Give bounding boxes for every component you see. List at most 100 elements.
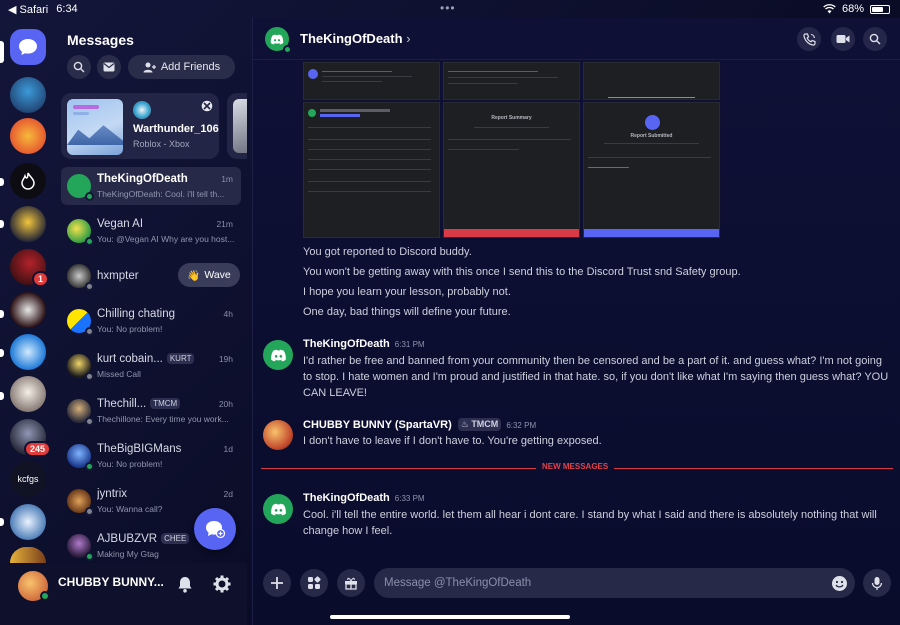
emoji-icon[interactable] bbox=[831, 575, 848, 592]
status-bar: ◀ Safari 6:34 ••• 68% bbox=[0, 0, 900, 18]
dm-preview: TheKingOfDeath: Cool. i'll tell th... bbox=[97, 189, 225, 199]
new-message-icon bbox=[206, 521, 225, 538]
battery-icon bbox=[870, 4, 890, 14]
status-online bbox=[85, 462, 94, 471]
dm-timestamp: 4h bbox=[223, 309, 233, 319]
chat-header: TheKingOfDeath › bbox=[253, 18, 900, 60]
battery-percent: 68% bbox=[841, 3, 864, 15]
dm-conversation-item[interactable]: kurt cobain... KURT Missed Call 19h bbox=[61, 347, 241, 385]
dm-name: jyntrix bbox=[97, 488, 128, 500]
author-avatar[interactable] bbox=[263, 494, 293, 524]
flame-icon bbox=[21, 172, 35, 190]
wifi-icon bbox=[823, 4, 836, 14]
direct-messages-home-button[interactable] bbox=[10, 29, 46, 65]
status-offline bbox=[85, 372, 94, 381]
friend-avatar bbox=[133, 101, 151, 119]
status-online bbox=[85, 237, 94, 246]
clock: 6:34 bbox=[56, 3, 78, 15]
search-chat-button[interactable] bbox=[863, 27, 887, 51]
attachment-image-2[interactable] bbox=[443, 62, 580, 100]
game-thumbnail bbox=[67, 99, 123, 155]
author-avatar[interactable] bbox=[263, 340, 293, 370]
bell-icon[interactable] bbox=[177, 576, 193, 593]
new-message-button[interactable] bbox=[194, 508, 236, 550]
dm-preview: You: No problem! bbox=[97, 459, 163, 469]
activity-friend-name: Warthunder_106 bbox=[133, 123, 219, 135]
selected-indicator bbox=[0, 41, 4, 63]
server-tag: CHEE bbox=[161, 533, 190, 544]
dm-conversation-item[interactable]: Vegan AI You: @Vegan AI Why are you host.… bbox=[61, 212, 241, 250]
dm-timestamp: 20h bbox=[218, 399, 233, 409]
unread-indicator bbox=[0, 349, 4, 357]
message-line: One day, bad things will define your fut… bbox=[303, 306, 511, 318]
server-icon-2[interactable] bbox=[10, 118, 46, 154]
message-input[interactable]: Message @TheKingOfDeath bbox=[374, 568, 855, 598]
server-icon-10[interactable] bbox=[10, 504, 46, 540]
panel-title: Messages bbox=[67, 32, 134, 48]
app-root: ◀ Safari 6:34 ••• 68% 1 245 kcfgs Messag… bbox=[0, 0, 900, 625]
voice-message-button[interactable] bbox=[863, 569, 891, 597]
phone-icon bbox=[802, 32, 816, 46]
gift-button[interactable] bbox=[337, 569, 365, 597]
wave-button[interactable]: 👋 Wave bbox=[178, 263, 240, 287]
dm-name: TheKingOfDeath bbox=[97, 173, 188, 185]
gift-icon bbox=[345, 577, 357, 590]
dm-name: Chilling chating bbox=[97, 308, 175, 320]
message-group: TheKingOfDeath 6:31 PM I'd rather be free… bbox=[263, 338, 893, 402]
add-attachment-button[interactable] bbox=[263, 569, 291, 597]
server-icon-1[interactable] bbox=[10, 77, 46, 113]
message-author[interactable]: TheKingOfDeath 6:31 PM bbox=[303, 338, 425, 350]
message-composer: Message @TheKingOfDeath bbox=[253, 563, 900, 603]
home-indicator[interactable] bbox=[330, 615, 570, 619]
dm-name: kurt cobain... KURT bbox=[97, 353, 195, 365]
multitask-dots[interactable]: ••• bbox=[440, 1, 456, 15]
discord-logo-icon bbox=[270, 349, 286, 361]
attachment-image-4[interactable] bbox=[303, 102, 440, 238]
add-friends-button[interactable]: Add Friends bbox=[128, 55, 235, 79]
dm-conversation-item[interactable]: TheKingOfDeath TheKingOfDeath: Cool. i'll… bbox=[61, 167, 241, 205]
image-attachments[interactable]: Report Summary Report Submitted bbox=[303, 62, 721, 238]
back-to-safari[interactable]: ◀ Safari bbox=[8, 3, 48, 16]
apps-button[interactable] bbox=[300, 569, 328, 597]
server-icon-6[interactable] bbox=[10, 292, 46, 328]
unread-indicator bbox=[0, 178, 4, 186]
server-icon-4[interactable] bbox=[10, 206, 46, 242]
user-name[interactable]: CHUBBY BUNNY... bbox=[58, 575, 164, 589]
attachment-image-3[interactable] bbox=[583, 62, 720, 100]
message-group: TheKingOfDeath 6:33 PM Cool. i'll tell th… bbox=[263, 492, 893, 542]
attachment-image-1[interactable] bbox=[303, 62, 440, 100]
server-rail: 1 245 kcfgs bbox=[0, 18, 55, 625]
chat-title[interactable]: TheKingOfDeath › bbox=[300, 31, 411, 46]
server-icon-8[interactable] bbox=[10, 376, 46, 412]
author-avatar[interactable] bbox=[263, 420, 293, 450]
status-offline bbox=[85, 327, 94, 336]
search-button[interactable] bbox=[67, 55, 91, 79]
settings-gear-icon[interactable] bbox=[213, 575, 231, 593]
dm-conversation-item[interactable]: hxmpter 👋 Wave bbox=[61, 257, 241, 295]
status-online bbox=[85, 192, 94, 201]
status-offline bbox=[85, 282, 94, 291]
server-icon-7[interactable] bbox=[10, 334, 46, 370]
unread-indicator bbox=[0, 220, 4, 228]
unread-indicator bbox=[0, 392, 4, 400]
dm-conversation-item[interactable]: Chilling chating You: No problem! 4h bbox=[61, 302, 241, 340]
server-tag: TMCM bbox=[150, 398, 181, 409]
message-line: I hope you learn your lesson, probably n… bbox=[303, 286, 511, 298]
attachment-image-report-summary[interactable]: Report Summary bbox=[443, 102, 580, 238]
attachment-image-report-submitted[interactable]: Report Submitted bbox=[583, 102, 720, 238]
message-author[interactable]: TheKingOfDeath 6:33 PM bbox=[303, 492, 425, 504]
dm-conversation-item[interactable]: TheBigBIGMans You: No problem! 1d bbox=[61, 437, 241, 475]
active-now-card-next[interactable] bbox=[227, 93, 247, 159]
video-call-button[interactable] bbox=[831, 27, 855, 51]
active-now-card[interactable]: Warthunder_106 Roblox - Xbox bbox=[61, 93, 219, 159]
server-icon-3[interactable] bbox=[10, 163, 46, 199]
server-icon-kcfgs[interactable]: kcfgs bbox=[10, 461, 46, 497]
inbox-button[interactable] bbox=[97, 55, 121, 79]
dm-preview: Making My Gtag bbox=[97, 549, 159, 559]
search-icon bbox=[73, 61, 85, 73]
status-offline bbox=[85, 507, 94, 516]
voice-call-button[interactable] bbox=[797, 27, 821, 51]
message-author[interactable]: CHUBBY BUNNY (SpartaVR) ♨ TMCM 6:32 PM bbox=[303, 418, 536, 431]
dm-conversation-item[interactable]: Thechill... TMCM Thechillone: Every time y… bbox=[61, 392, 241, 430]
server-icon-11[interactable] bbox=[10, 547, 46, 563]
